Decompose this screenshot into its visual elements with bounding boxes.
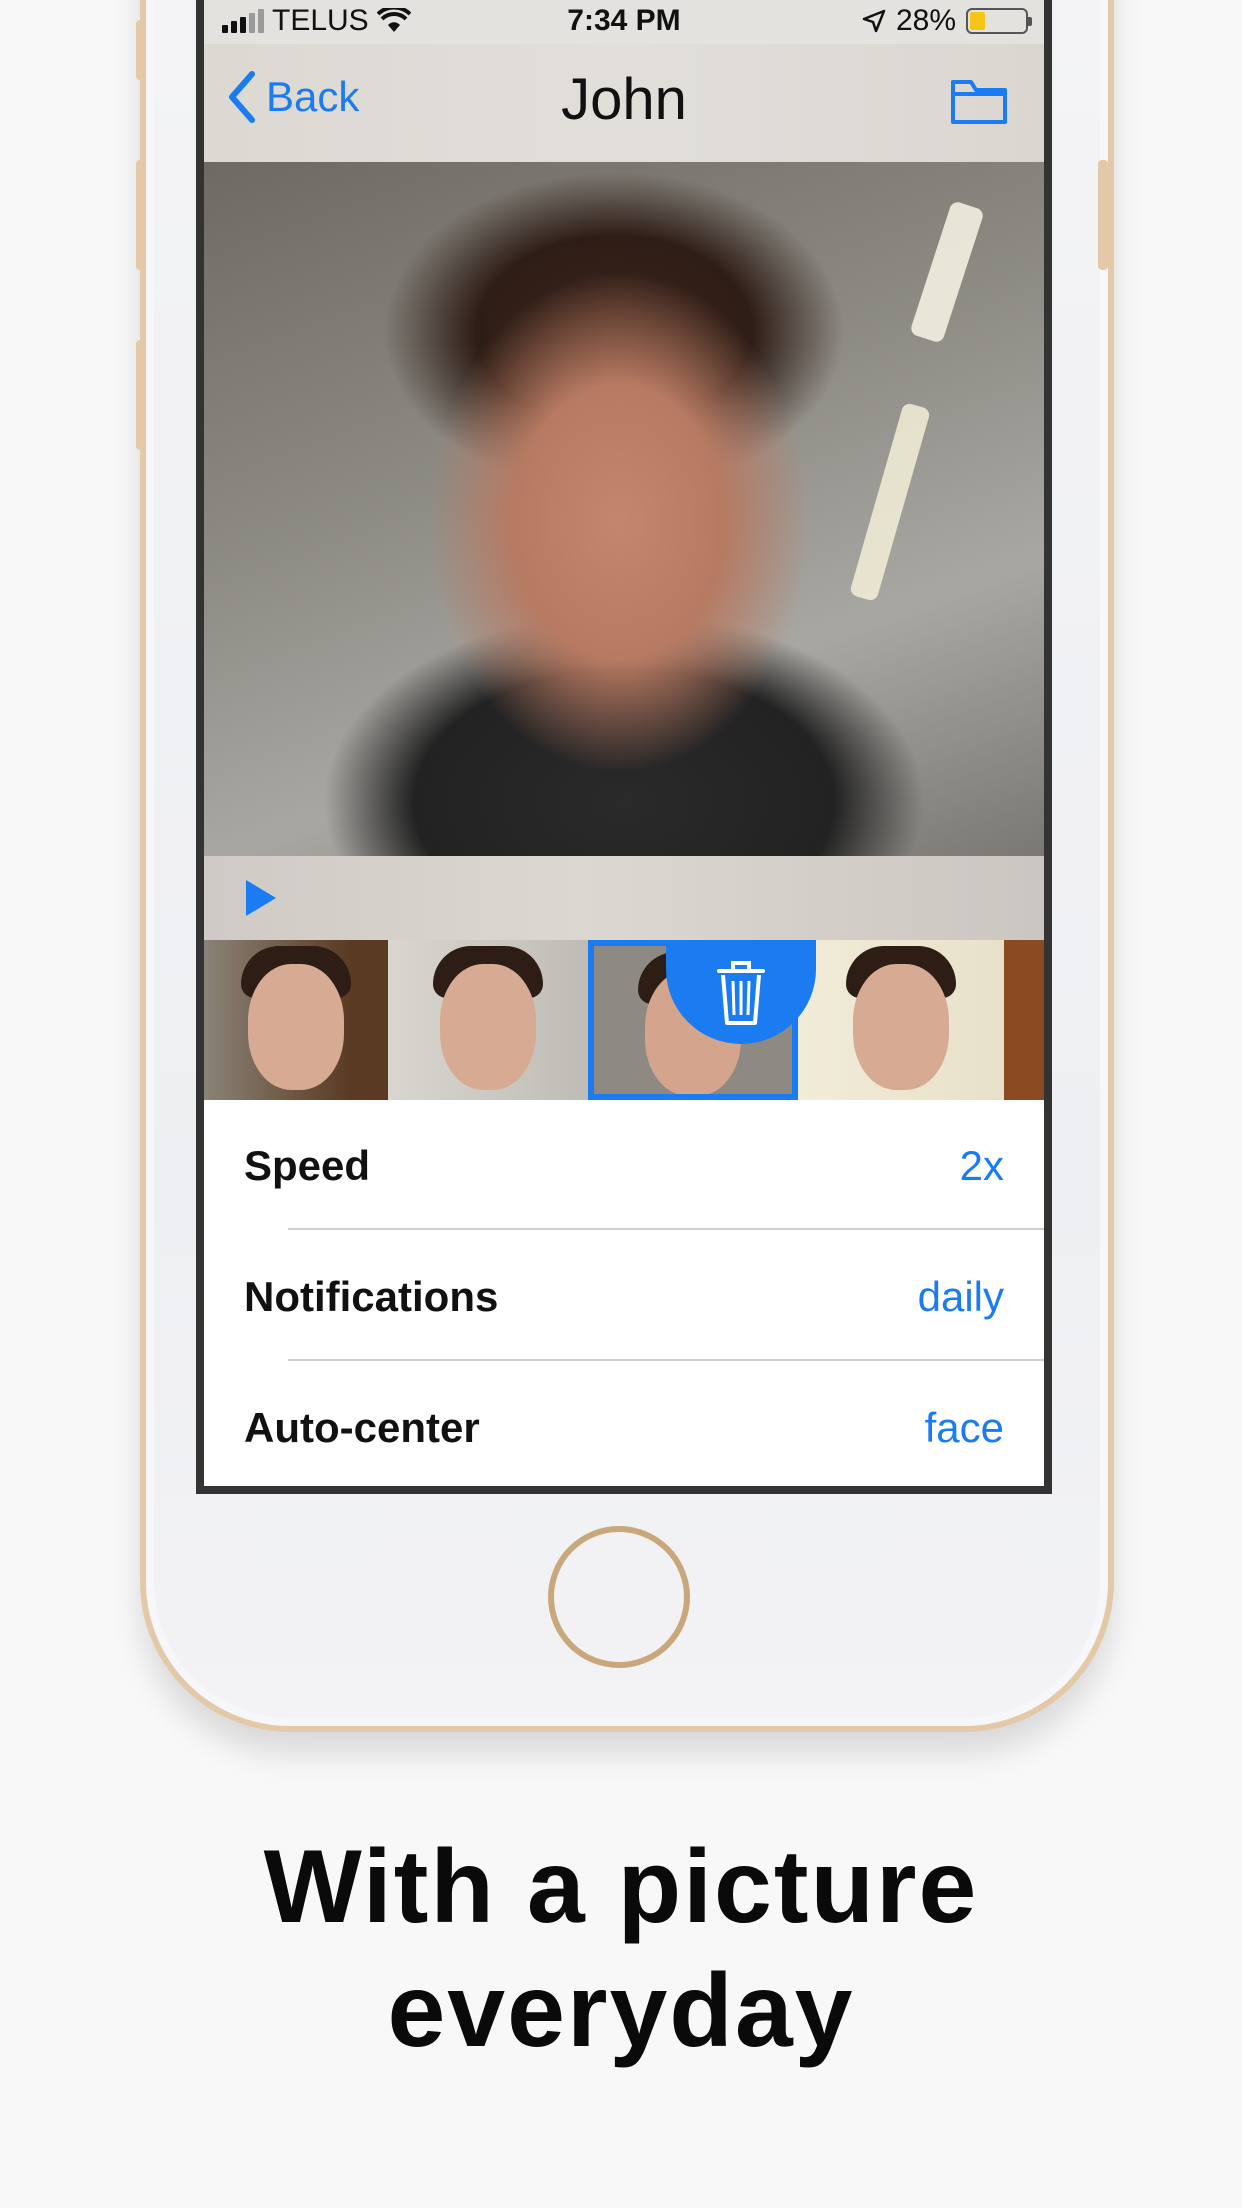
- setting-label: Speed: [244, 1142, 371, 1189]
- play-button[interactable]: [244, 878, 278, 923]
- battery-icon: [966, 8, 1032, 34]
- cabin-light: [848, 402, 932, 602]
- cabin-light: [909, 200, 985, 344]
- settings-list: Speed 2x Notifications daily Auto-center…: [204, 1100, 1044, 1486]
- folder-icon: [951, 80, 1007, 124]
- navigation-bar: Back John: [204, 44, 1044, 163]
- thumbnail[interactable]: [204, 940, 388, 1100]
- battery-percent: 28%: [895, 4, 956, 37]
- player-bar: [204, 856, 1044, 940]
- divider: [288, 1228, 1044, 1230]
- folder-button[interactable]: [950, 78, 1008, 131]
- side-button: [136, 20, 146, 80]
- setting-row-speed[interactable]: Speed 2x: [204, 1100, 1044, 1230]
- volume-up-button: [136, 160, 146, 270]
- thumbnail[interactable]: [388, 940, 588, 1100]
- page-title: John: [561, 67, 687, 132]
- divider: [288, 1359, 1044, 1361]
- trash-icon: [717, 961, 765, 1025]
- setting-value: 2x: [959, 1142, 1004, 1189]
- power-button: [1098, 160, 1108, 270]
- thumbnail[interactable]: [798, 940, 1004, 1100]
- setting-value: face: [924, 1404, 1004, 1451]
- setting-label: Auto-center: [244, 1404, 480, 1451]
- marketing-caption: With a picture everyday: [0, 1825, 1242, 2073]
- caption-line-2: everyday: [387, 1953, 855, 2069]
- status-bar: TELUS 7:34 PM 28%: [204, 0, 1044, 44]
- setting-row-auto-center[interactable]: Auto-center face: [204, 1362, 1044, 1486]
- location-arrow-icon: [862, 9, 886, 33]
- selfie-photo: [204, 162, 1044, 856]
- setting-label: Notifications: [244, 1273, 499, 1320]
- play-icon: [246, 880, 276, 916]
- setting-row-notifications[interactable]: Notifications daily: [204, 1231, 1044, 1361]
- setting-value: daily: [917, 1273, 1004, 1320]
- caption-line-1: With a picture: [263, 1829, 979, 1945]
- thumbnail[interactable]: [1004, 940, 1044, 1100]
- volume-down-button: [136, 340, 146, 450]
- home-button[interactable]: [548, 1526, 690, 1668]
- thumbnail-strip: [204, 940, 1044, 1100]
- phone-screen: TELUS 7:34 PM 28% Back John Speed 2x Not…: [196, 0, 1052, 1494]
